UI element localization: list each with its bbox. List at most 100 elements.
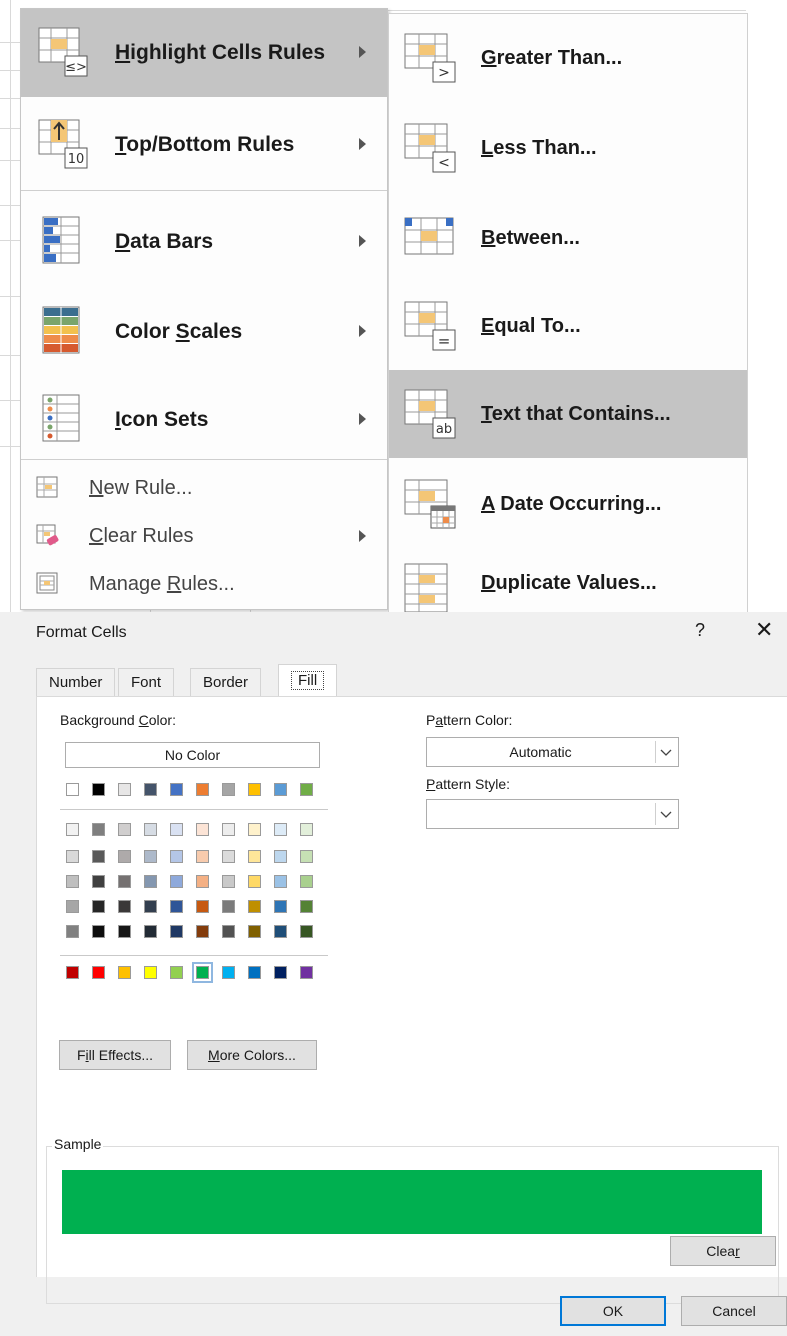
color-swatch[interactable] xyxy=(274,875,287,888)
color-swatch[interactable] xyxy=(92,875,105,888)
color-swatch[interactable] xyxy=(92,823,105,836)
color-swatch[interactable] xyxy=(66,900,79,913)
color-swatch[interactable] xyxy=(144,925,157,938)
pattern-color-dropdown[interactable]: Automatic xyxy=(426,737,679,767)
submenu-item-duplicate-values[interactable]: Duplicate Values... xyxy=(389,552,747,614)
color-swatch[interactable] xyxy=(92,966,105,979)
color-swatch[interactable] xyxy=(274,900,287,913)
color-swatch[interactable] xyxy=(196,925,209,938)
color-swatch[interactable] xyxy=(300,966,313,979)
color-swatch[interactable] xyxy=(66,850,79,863)
color-swatch[interactable] xyxy=(300,925,313,938)
menu-item-color-scales[interactable]: Color Scales xyxy=(21,288,387,376)
color-swatch[interactable] xyxy=(118,783,131,796)
color-swatch[interactable] xyxy=(118,850,131,863)
color-swatch[interactable] xyxy=(170,900,183,913)
color-swatch[interactable] xyxy=(222,925,235,938)
color-swatch[interactable] xyxy=(118,925,131,938)
color-swatch[interactable] xyxy=(92,900,105,913)
menu-item-manage-rules[interactable]: Manage Rules... xyxy=(21,560,387,608)
color-swatch[interactable] xyxy=(248,783,261,796)
color-swatch[interactable] xyxy=(170,925,183,938)
submenu-item-text-that-contains[interactable]: ab Text that Contains... xyxy=(389,370,747,458)
color-swatch[interactable] xyxy=(170,823,183,836)
color-swatch[interactable] xyxy=(196,783,209,796)
color-swatch[interactable] xyxy=(248,966,261,979)
menu-item-icon-sets[interactable]: Icon Sets xyxy=(21,376,387,464)
color-swatch[interactable] xyxy=(170,850,183,863)
menu-item-new-rule[interactable]: New Rule... xyxy=(21,464,387,512)
color-swatch[interactable] xyxy=(248,875,261,888)
tab-font[interactable]: Font xyxy=(118,668,175,697)
color-swatch[interactable] xyxy=(118,966,131,979)
color-swatch[interactable] xyxy=(118,875,131,888)
color-swatch[interactable] xyxy=(66,823,79,836)
color-swatch-selected[interactable] xyxy=(192,962,213,983)
ok-button[interactable]: OK xyxy=(560,1296,666,1326)
color-swatch[interactable] xyxy=(170,875,183,888)
color-swatch[interactable] xyxy=(92,850,105,863)
menu-item-highlight-cells-rules[interactable]: ≤> Highlight Cells Rules xyxy=(21,9,387,97)
color-swatch[interactable] xyxy=(248,850,261,863)
submenu-item-date-occurring[interactable]: A Date Occurring... xyxy=(389,460,747,548)
color-swatch[interactable] xyxy=(196,875,209,888)
color-swatch[interactable] xyxy=(248,823,261,836)
more-colors-button[interactable]: More Colors... xyxy=(187,1040,317,1070)
color-swatch[interactable] xyxy=(196,900,209,913)
color-swatch[interactable] xyxy=(248,925,261,938)
cancel-button[interactable]: Cancel xyxy=(681,1296,787,1326)
no-color-button[interactable]: No Color xyxy=(65,742,320,768)
color-swatch[interactable] xyxy=(144,900,157,913)
color-swatch[interactable] xyxy=(274,823,287,836)
color-swatch[interactable] xyxy=(222,966,235,979)
color-swatch[interactable] xyxy=(66,875,79,888)
color-swatch[interactable] xyxy=(144,850,157,863)
submenu-item-equal-to[interactable]: = Equal To... xyxy=(389,282,747,370)
color-swatch[interactable] xyxy=(196,823,209,836)
color-swatch[interactable] xyxy=(196,850,209,863)
color-swatch[interactable] xyxy=(144,875,157,888)
clear-button[interactable]: Clear xyxy=(670,1236,776,1266)
color-swatch[interactable] xyxy=(66,925,79,938)
color-swatch[interactable] xyxy=(144,823,157,836)
help-button[interactable]: ? xyxy=(695,620,705,641)
color-swatch[interactable] xyxy=(92,925,105,938)
color-swatch[interactable] xyxy=(118,900,131,913)
color-swatch[interactable] xyxy=(222,823,235,836)
tab-border[interactable]: Border xyxy=(190,668,262,697)
color-swatch[interactable] xyxy=(274,783,287,796)
color-swatch[interactable] xyxy=(222,875,235,888)
color-swatch[interactable] xyxy=(300,875,313,888)
color-swatch[interactable] xyxy=(222,783,235,796)
submenu-item-less-than[interactable]: < Less Than... xyxy=(389,104,747,192)
color-swatch[interactable] xyxy=(222,900,235,913)
color-swatch[interactable] xyxy=(222,850,235,863)
color-swatch[interactable] xyxy=(170,966,183,979)
color-swatch[interactable] xyxy=(274,966,287,979)
color-swatch[interactable] xyxy=(144,783,157,796)
color-swatch[interactable] xyxy=(118,823,131,836)
fill-effects-button[interactable]: Fill Effects... xyxy=(59,1040,171,1070)
submenu-item-between[interactable]: Between... xyxy=(389,194,747,282)
menu-item-data-bars[interactable]: Data Bars xyxy=(21,198,387,286)
color-swatch[interactable] xyxy=(248,900,261,913)
equal-to-icon: = xyxy=(404,301,456,351)
menu-item-top-bottom-rules[interactable]: 10 Top/Bottom Rules xyxy=(21,101,387,189)
color-swatch[interactable] xyxy=(274,850,287,863)
color-swatch[interactable] xyxy=(300,823,313,836)
color-swatch[interactable] xyxy=(92,783,105,796)
color-swatch[interactable] xyxy=(274,925,287,938)
close-icon[interactable]: ✕ xyxy=(755,617,773,643)
submenu-item-greater-than[interactable]: > Greater Than... xyxy=(389,14,747,102)
color-swatch[interactable] xyxy=(66,966,79,979)
tab-fill[interactable]: Fill xyxy=(278,664,338,698)
color-swatch[interactable] xyxy=(144,966,157,979)
color-swatch[interactable] xyxy=(300,783,313,796)
color-swatch[interactable] xyxy=(170,783,183,796)
color-swatch[interactable] xyxy=(300,900,313,913)
menu-item-clear-rules[interactable]: Clear Rules xyxy=(21,512,387,560)
pattern-style-dropdown[interactable] xyxy=(426,799,679,829)
color-swatch[interactable] xyxy=(66,783,79,796)
color-swatch[interactable] xyxy=(300,850,313,863)
tab-number[interactable]: Number xyxy=(36,668,116,697)
